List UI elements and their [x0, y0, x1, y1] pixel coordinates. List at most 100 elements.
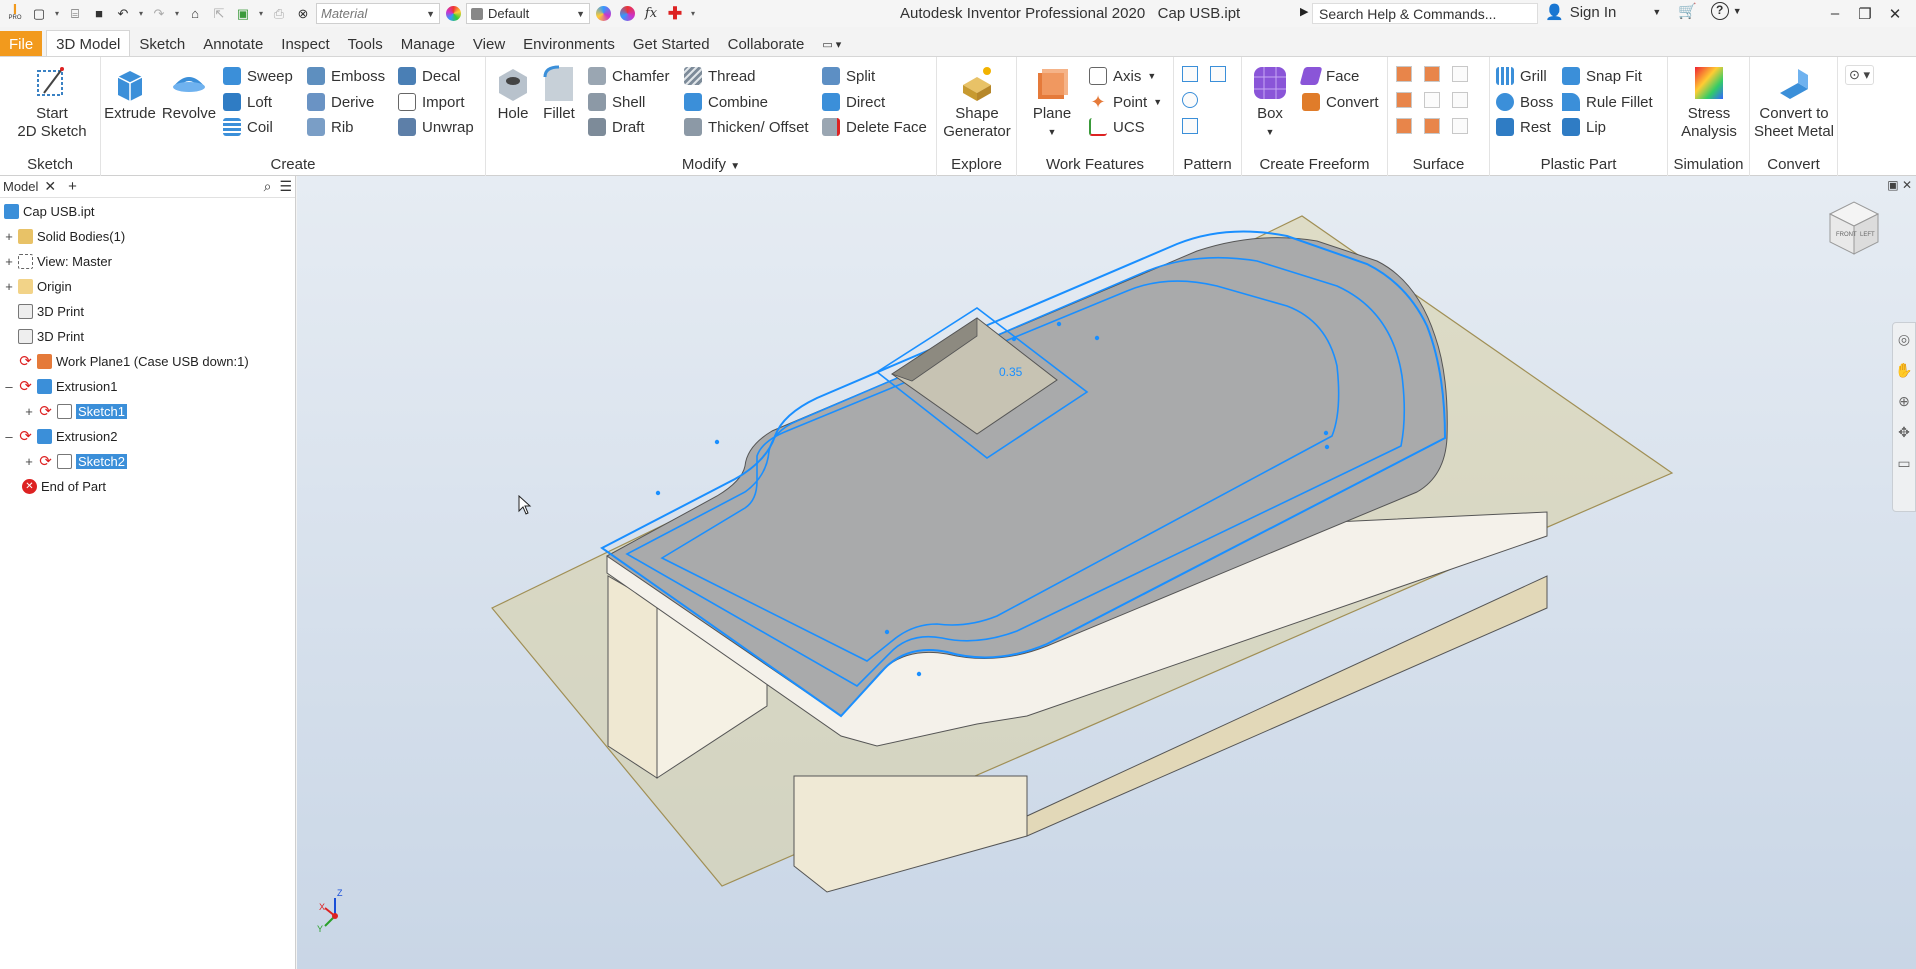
undo-icon[interactable]: ↶: [112, 4, 134, 24]
ribbon-options-button[interactable]: ▭ ▾: [813, 31, 850, 57]
convert-to-sheet-metal-button[interactable]: Convert to Sheet Metal: [1752, 63, 1836, 141]
tree-node-part[interactable]: Cap USB.ipt: [4, 201, 95, 221]
rest-button[interactable]: Rest: [1496, 116, 1551, 138]
clear-appearance-icon[interactable]: [616, 4, 638, 24]
add-tab-icon[interactable]: +: [68, 178, 77, 195]
stress-analysis-button[interactable]: Stress Analysis: [1672, 63, 1746, 141]
collapse-icon[interactable]: –: [4, 379, 14, 394]
tab-tools[interactable]: Tools: [339, 31, 392, 57]
appearance-icon[interactable]: [442, 4, 464, 24]
expand-icon[interactable]: +: [24, 454, 34, 469]
close-icon[interactable]: ✕: [44, 178, 56, 195]
extend-icon[interactable]: [1424, 92, 1440, 108]
fit-mesh-face-icon[interactable]: [1452, 118, 1468, 134]
ribbon-settings-button[interactable]: ⊙ ▾: [1845, 65, 1875, 85]
revolve-button[interactable]: Revolve: [159, 63, 219, 123]
ucs-button[interactable]: UCS: [1089, 116, 1145, 138]
select-icon[interactable]: ⇱: [208, 4, 230, 24]
circular-pattern-icon[interactable]: [1182, 92, 1198, 108]
tree-node-solid-bodies[interactable]: + Solid Bodies(1): [4, 226, 125, 246]
direct-button[interactable]: Direct: [822, 91, 885, 113]
tree-node-view-master[interactable]: + View: Master: [4, 251, 112, 271]
rule-fillet-button[interactable]: Rule Fillet: [1562, 91, 1653, 113]
tree-node-extrusion2[interactable]: – ⟳ Extrusion2: [4, 426, 117, 446]
patch-icon[interactable]: [1424, 66, 1440, 82]
tree-node-sketch2[interactable]: + ⟳ Sketch2: [24, 451, 127, 471]
tab-file[interactable]: File: [0, 31, 43, 57]
shell-button[interactable]: Shell: [588, 91, 645, 113]
browser-tab-model[interactable]: Model: [3, 179, 38, 194]
expand-icon[interactable]: +: [4, 254, 14, 269]
loft-button[interactable]: Loft: [223, 91, 272, 113]
tab-sketch[interactable]: Sketch: [130, 31, 194, 57]
axis-button[interactable]: Axis ▼: [1089, 65, 1156, 87]
chevron-down-icon[interactable]: ▾: [172, 9, 182, 18]
coil-button[interactable]: Coil: [223, 116, 273, 138]
add-icon[interactable]: ✚: [664, 4, 686, 24]
zoom-icon[interactable]: ⊕: [1898, 393, 1910, 410]
draft-button[interactable]: Draft: [588, 116, 645, 138]
tab-collaborate[interactable]: Collaborate: [719, 31, 814, 57]
decal-button[interactable]: Decal: [398, 65, 460, 87]
hole-button[interactable]: Hole: [490, 63, 536, 123]
help-icon[interactable]: ?: [1710, 2, 1729, 20]
derive-button[interactable]: Derive: [307, 91, 374, 113]
menu-icon[interactable]: ☰: [279, 178, 292, 195]
combine-button[interactable]: Combine: [684, 91, 768, 113]
ruled-surface-icon[interactable]: [1396, 118, 1412, 134]
split-button[interactable]: Split: [822, 65, 875, 87]
fillet-button[interactable]: Fillet: [536, 63, 582, 123]
trim-icon[interactable]: [1452, 66, 1468, 82]
boss-button[interactable]: Boss: [1496, 91, 1553, 113]
box-button[interactable]: Box ▼: [1246, 63, 1294, 141]
expand-icon[interactable]: +: [4, 279, 14, 294]
repair-bodies-icon[interactable]: [1424, 118, 1440, 134]
material-select[interactable]: Material ▼: [316, 3, 440, 24]
fx-parameters-icon[interactable]: fx: [640, 4, 662, 24]
search-icon[interactable]: ⌕: [264, 178, 272, 195]
view-cube[interactable]: FRONT LEFT: [1828, 201, 1880, 255]
start-2d-sketch-button[interactable]: Start 2D Sketch: [12, 63, 92, 141]
graphics-viewport[interactable]: ▣ ✕ 0.35 FRONT LEFT Z X Y ◎ ✋ ⊕ ✥ ▭: [297, 176, 1916, 969]
tab-3d-model[interactable]: 3D Model: [46, 30, 131, 57]
expand-icon[interactable]: +: [24, 404, 34, 419]
sculpt-icon[interactable]: [1396, 92, 1412, 108]
restore-icon[interactable]: ❐: [1850, 5, 1880, 23]
tree-node-3d-print-1[interactable]: 3D Print: [18, 301, 84, 321]
expand-arrow-icon[interactable]: ▶: [1300, 5, 1308, 18]
import-button[interactable]: Import: [398, 91, 465, 113]
tab-annotate[interactable]: Annotate: [194, 31, 272, 57]
close-icon[interactable]: ✕: [1880, 5, 1910, 23]
plane-button[interactable]: Plane ▼: [1027, 63, 1077, 141]
expand-icon[interactable]: +: [4, 229, 14, 244]
customize-dropdown-icon[interactable]: ▾: [688, 9, 698, 18]
replace-face-icon[interactable]: [1452, 92, 1468, 108]
stitch-icon[interactable]: [1396, 66, 1412, 82]
thicken-offset-button[interactable]: Thicken/ Offset: [684, 116, 809, 138]
convert-freeform-button[interactable]: Convert: [1302, 91, 1379, 113]
tab-inspect[interactable]: Inspect: [272, 31, 338, 57]
look-at-icon[interactable]: ▭: [1897, 455, 1910, 472]
pan-icon[interactable]: ✋: [1895, 362, 1912, 379]
delete-face-button[interactable]: Delete Face: [822, 116, 927, 138]
update-icon[interactable]: ▣: [232, 4, 254, 24]
collapse-icon[interactable]: –: [4, 429, 14, 444]
chamfer-button[interactable]: Chamfer: [588, 65, 670, 87]
emboss-button[interactable]: Emboss: [307, 65, 385, 87]
sweep-button[interactable]: Sweep: [223, 65, 293, 87]
tree-node-work-plane1[interactable]: ⟳ Work Plane1 (Case USB down:1): [18, 351, 249, 371]
modify-panel-title[interactable]: Modify ▼: [486, 156, 936, 173]
open-icon[interactable]: ⌸: [64, 4, 86, 24]
point-button[interactable]: ✦ Point ▼: [1089, 91, 1162, 113]
material-ball-icon[interactable]: ⊗: [292, 4, 314, 24]
chevron-down-icon[interactable]: ▾: [136, 9, 146, 18]
shape-generator-button[interactable]: Shape Generator: [941, 63, 1013, 141]
minimize-icon[interactable]: –: [1820, 5, 1850, 22]
lip-button[interactable]: Lip: [1562, 116, 1606, 138]
tree-node-3d-print-2[interactable]: 3D Print: [18, 326, 84, 346]
orbit-icon[interactable]: ✥: [1898, 424, 1910, 441]
appearance-select[interactable]: Default ▼: [466, 3, 590, 24]
tree-node-origin[interactable]: + Origin: [4, 276, 72, 296]
dimension-label[interactable]: 0.35: [999, 365, 1023, 379]
tab-view[interactable]: View: [464, 31, 514, 57]
